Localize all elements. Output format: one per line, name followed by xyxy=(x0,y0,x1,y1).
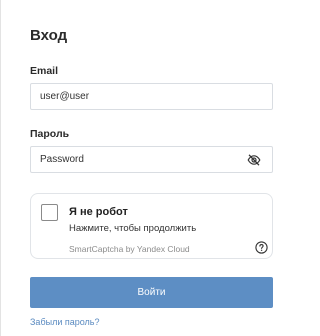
captcha-checkbox[interactable] xyxy=(41,204,58,221)
captcha-brand: SmartCaptcha by Yandex Cloud xyxy=(69,244,190,254)
email-label: Email xyxy=(30,65,59,77)
captcha-subtitle: Нажмите, чтобы продолжить xyxy=(69,223,197,234)
email-field[interactable] xyxy=(40,84,240,109)
page-title: Вход xyxy=(30,27,68,44)
login-panel: Вход Email Пароль Я не робот Нажмите, чт… xyxy=(0,0,300,336)
captcha-widget: Я не робот Нажмите, чтобы продолжить Sma… xyxy=(30,193,273,259)
email-field-wrapper xyxy=(30,83,273,110)
password-label: Пароль xyxy=(30,128,70,140)
password-field[interactable] xyxy=(40,147,240,172)
eye-slash-icon[interactable] xyxy=(247,153,261,167)
forgot-password-link[interactable]: Забыли пароль? xyxy=(30,317,99,327)
login-button[interactable]: Войти xyxy=(30,277,273,308)
captcha-title: Я не робот xyxy=(69,206,128,218)
password-field-wrapper xyxy=(30,146,273,173)
question-circle-icon[interactable] xyxy=(255,241,268,254)
